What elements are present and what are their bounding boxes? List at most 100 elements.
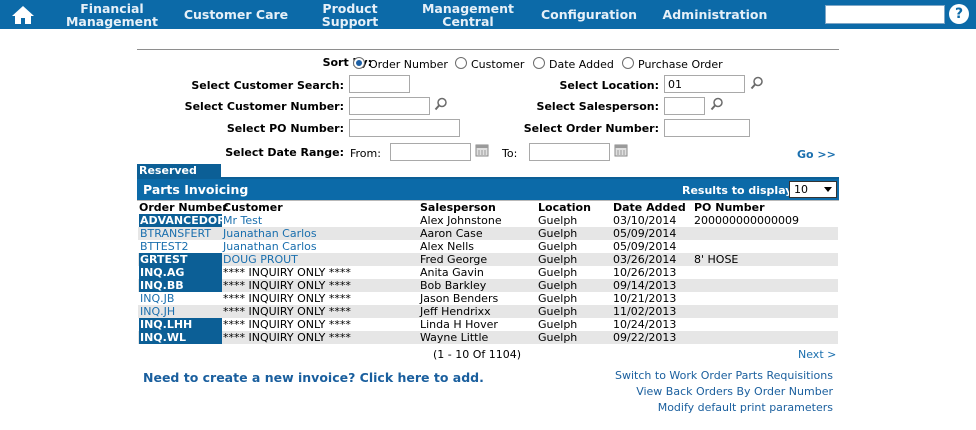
sort-radio-customer[interactable] xyxy=(455,57,467,69)
col-header-customer[interactable]: Customer xyxy=(223,201,283,214)
order-number-cell[interactable]: INQ.BB xyxy=(139,279,222,292)
order-number-cell[interactable]: INQ.LHH xyxy=(139,318,222,331)
location-cell: Guelph xyxy=(538,253,578,266)
top-nav-bar: Financial Management Customer Care Produ… xyxy=(0,0,976,29)
to-date-input[interactable] xyxy=(529,143,610,161)
customer-cell[interactable]: Juanathan Carlos xyxy=(223,227,317,240)
order-number-cell[interactable]: BTTEST2 xyxy=(139,240,222,253)
salesperson-cell: Fred George xyxy=(420,253,488,266)
results-to-display-label: Results to display: xyxy=(682,184,797,197)
table-row[interactable]: BTTEST2 Juanathan Carlos Alex Nells Guelph 0… xyxy=(138,240,838,253)
customer-cell: **** INQUIRY ONLY **** xyxy=(223,266,351,279)
salesperson-cell: Wayne Little xyxy=(420,331,489,344)
customer-cell: **** INQUIRY ONLY **** xyxy=(223,292,351,305)
location-cell: Guelph xyxy=(538,227,578,240)
global-search-input[interactable] xyxy=(825,5,945,24)
customer-cell: **** INQUIRY ONLY **** xyxy=(223,331,351,344)
customer-number-input[interactable] xyxy=(349,97,430,115)
salesperson-cell: Linda H Hover xyxy=(420,318,498,331)
date-cell: 09/22/2013 xyxy=(613,331,677,344)
table-row[interactable]: INQ.JH **** INQUIRY ONLY **** Jeff Hendrix… xyxy=(138,305,838,318)
from-label: From: xyxy=(350,147,381,160)
table-row[interactable]: GRTEST DOUG PROUT Fred George Guelph 03/26/2… xyxy=(138,253,838,266)
customer-number-lookup-icon[interactable] xyxy=(434,97,448,111)
location-lookup-icon[interactable] xyxy=(750,76,764,90)
nav-financial-management[interactable]: Financial Management xyxy=(62,0,162,29)
salesperson-lookup-icon[interactable] xyxy=(710,97,724,111)
divider xyxy=(137,49,839,50)
po-number-input[interactable] xyxy=(349,119,460,137)
salesperson-cell: Jason Benders xyxy=(420,292,499,305)
salesperson-cell: Aaron Case xyxy=(420,227,483,240)
nav-product-support[interactable]: Product Support xyxy=(292,0,408,29)
location-cell: Guelph xyxy=(538,331,578,344)
sort-radio-purchase-order[interactable] xyxy=(622,57,634,69)
customer-cell[interactable]: Juanathan Carlos xyxy=(223,240,317,253)
print-parameters-link[interactable]: Modify default print parameters xyxy=(560,401,833,414)
order-number-label: Select Order Number: xyxy=(523,122,659,135)
nav-configuration[interactable]: Configuration xyxy=(538,0,640,29)
chevron-down-icon xyxy=(824,187,832,192)
order-number-cell[interactable]: BTRANSFERT xyxy=(139,227,222,240)
col-header-salesperson[interactable]: Salesperson xyxy=(420,201,496,214)
col-header-order-number[interactable]: Order Number xyxy=(139,201,228,214)
table-row[interactable]: INQ.WL **** INQUIRY ONLY **** Wayne Little… xyxy=(138,331,838,344)
results-to-display-value: 10 xyxy=(794,183,808,196)
back-orders-link[interactable]: View Back Orders By Order Number xyxy=(560,385,833,398)
sort-radio-order-number[interactable] xyxy=(353,57,365,69)
table-row[interactable]: INQ.AG **** INQUIRY ONLY **** Anita Gavin G… xyxy=(138,266,838,279)
customer-search-input[interactable] xyxy=(349,75,410,93)
nav-administration[interactable]: Administration xyxy=(660,0,770,29)
date-cell: 09/14/2013 xyxy=(613,279,677,292)
location-input[interactable] xyxy=(664,75,745,93)
sort-radio-date-added[interactable] xyxy=(533,57,545,69)
col-header-location[interactable]: Location xyxy=(538,201,591,214)
date-cell: 10/24/2013 xyxy=(613,318,677,331)
table-row[interactable]: ADVANCEDOR Mr Test Alex Johnstone Guelph 03/… xyxy=(138,214,838,227)
results-to-display-select[interactable]: 10 xyxy=(789,181,837,198)
from-date-input[interactable] xyxy=(390,143,471,161)
work-order-requisitions-link[interactable]: Switch to Work Order Parts Requisitions xyxy=(560,369,833,382)
order-number-cell[interactable]: ADVANCEDOR xyxy=(139,214,222,227)
table-row[interactable]: INQ.BB **** INQUIRY ONLY **** Bob Barkley G… xyxy=(138,279,838,292)
date-cell: 11/02/2013 xyxy=(613,305,677,318)
location-label: Select Location: xyxy=(559,79,659,92)
order-number-input[interactable] xyxy=(664,119,750,137)
home-icon[interactable] xyxy=(10,4,36,26)
pager-summary: (1 - 10 Of 1104) xyxy=(433,348,522,361)
salesperson-cell: Alex Johnstone xyxy=(420,214,502,227)
add-invoice-link[interactable]: Need to create a new invoice? Click here… xyxy=(143,370,484,385)
order-number-cell[interactable]: GRTEST xyxy=(139,253,222,266)
customer-number-label: Select Customer Number: xyxy=(184,100,344,113)
location-cell: Guelph xyxy=(538,305,578,318)
order-number-cell[interactable]: INQ.AG xyxy=(139,266,222,279)
location-cell: Guelph xyxy=(538,318,578,331)
table-row[interactable]: INQ.JB **** INQUIRY ONLY **** Jason Bender… xyxy=(138,292,838,305)
order-number-cell[interactable]: INQ.JB xyxy=(139,292,222,305)
col-header-date-added[interactable]: Date Added xyxy=(613,201,686,214)
table-row[interactable]: BTRANSFERT Juanathan Carlos Aaron Case Guel… xyxy=(138,227,838,240)
date-cell: 03/26/2014 xyxy=(613,253,677,266)
location-cell: Guelph xyxy=(538,214,578,227)
table-row[interactable]: INQ.LHH **** INQUIRY ONLY **** Linda H Hov… xyxy=(138,318,838,331)
order-number-cell[interactable]: INQ.WL xyxy=(139,331,222,344)
to-calendar-icon[interactable] xyxy=(614,143,628,157)
grid-title: Parts Invoicing xyxy=(143,182,249,197)
date-cell: 10/26/2013 xyxy=(613,266,677,279)
customer-cell: **** INQUIRY ONLY **** xyxy=(223,305,351,318)
customer-cell[interactable]: Mr Test xyxy=(223,214,262,227)
go-button[interactable]: Go >> xyxy=(797,148,836,161)
customer-cell: **** INQUIRY ONLY **** xyxy=(223,318,351,331)
salesperson-input[interactable] xyxy=(664,97,705,115)
customer-cell[interactable]: DOUG PROUT xyxy=(223,253,298,266)
salesperson-cell: Bob Barkley xyxy=(420,279,487,292)
order-number-cell[interactable]: INQ.JH xyxy=(139,305,222,318)
reserved-label: Reserved xyxy=(137,164,221,178)
next-page-link[interactable]: Next > xyxy=(798,348,836,361)
nav-management-central[interactable]: Management Central xyxy=(418,0,518,29)
help-icon[interactable]: ? xyxy=(949,4,969,24)
col-header-po-number[interactable]: PO Number xyxy=(694,201,765,214)
from-calendar-icon[interactable] xyxy=(475,143,489,157)
nav-customer-care[interactable]: Customer Care xyxy=(182,0,290,29)
sort-option-date-added: Date Added xyxy=(549,58,614,71)
